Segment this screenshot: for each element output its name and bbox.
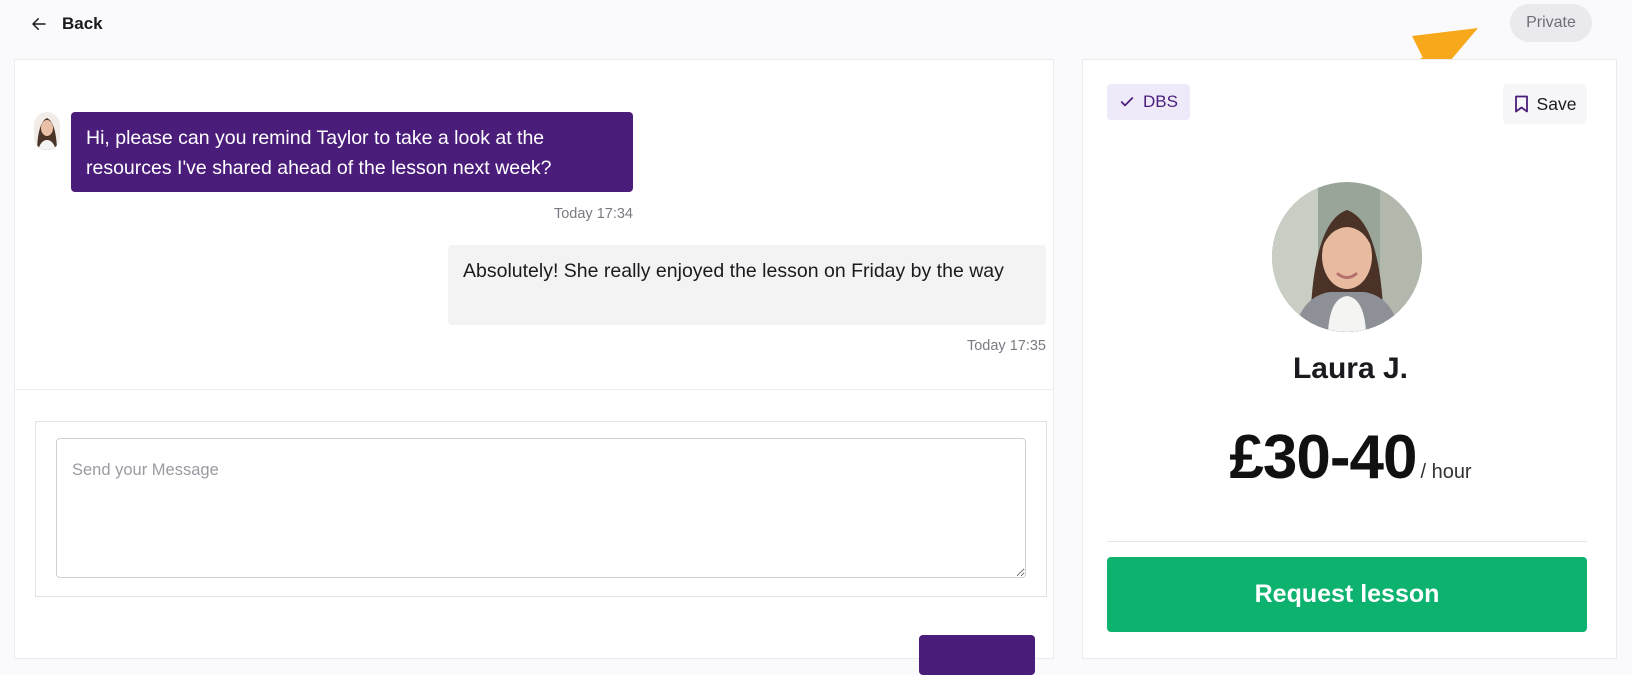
bookmark-icon: [1514, 95, 1528, 113]
send-button[interactable]: [919, 635, 1035, 675]
compose-area: [35, 421, 1047, 597]
check-icon: [1120, 97, 1134, 107]
message-incoming: Hi, please can you remind Taylor to take…: [71, 112, 633, 192]
message-outgoing: Absolutely! She really enjoyed the lesso…: [448, 245, 1046, 325]
request-lesson-button[interactable]: Request lesson: [1107, 557, 1587, 632]
message-timestamp: Today 17:35: [966, 338, 1046, 354]
back-link[interactable]: Back: [30, 12, 103, 36]
message-input[interactable]: [56, 438, 1026, 578]
save-button[interactable]: Save: [1503, 84, 1587, 124]
message-timestamp: Today 17:34: [553, 206, 633, 222]
dbs-badge: DBS: [1107, 84, 1190, 120]
price: £30-40: [1229, 423, 1417, 492]
divider: [1107, 541, 1587, 542]
save-label: Save: [1536, 93, 1577, 114]
private-label: Private: [1526, 14, 1576, 31]
chat-panel: Hi, please can you remind Taylor to take…: [14, 59, 1054, 675]
tutor-name: Laura J.: [1292, 352, 1409, 385]
divider: [15, 389, 1053, 390]
dbs-label: DBS: [1143, 92, 1178, 111]
arrow-left-icon: [32, 18, 46, 30]
back-label: Back: [62, 14, 103, 33]
price-row: £30-40 / hour: [1083, 422, 1618, 493]
tutor-profile-card: DBS Save Laura J. £30-40 / hour Request …: [1082, 59, 1617, 659]
sender-avatar: [34, 112, 60, 150]
private-badge: Private: [1510, 4, 1592, 42]
price-unit: / hour: [1420, 461, 1472, 483]
tutor-avatar: [1272, 182, 1422, 332]
